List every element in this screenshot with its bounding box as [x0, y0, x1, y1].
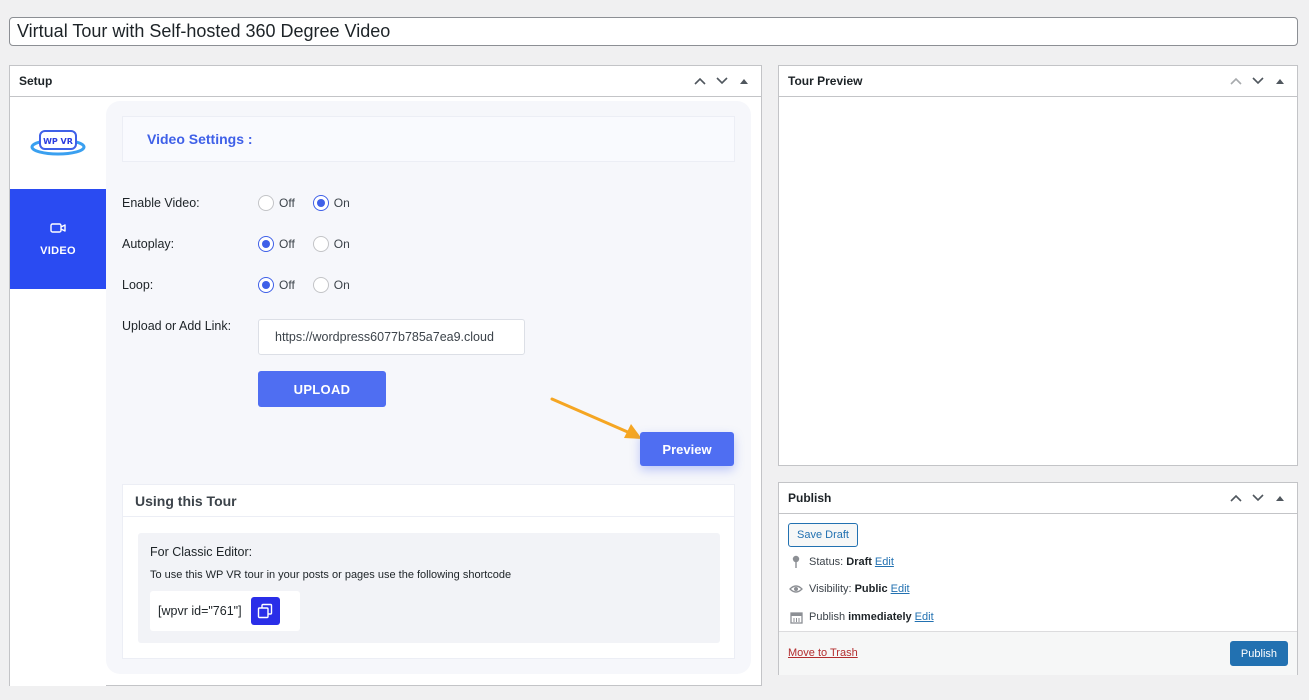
- shortcode-box: [wpvr id="761"]: [150, 591, 300, 631]
- collapse-toggle-button[interactable]: [1271, 72, 1289, 90]
- copy-shortcode-button[interactable]: [250, 597, 280, 625]
- setup-header: Setup: [10, 66, 761, 97]
- setup-sidebar: WP VR VIDEO: [10, 97, 106, 686]
- autoplay-radios: Off On: [258, 236, 368, 252]
- loop-radios: Off On: [258, 277, 368, 293]
- move-up-button[interactable]: [1227, 489, 1245, 507]
- move-down-button[interactable]: [1249, 72, 1267, 90]
- autoplay-label: Autoplay:: [122, 237, 175, 251]
- post-title-input[interactable]: [9, 17, 1298, 46]
- autoplay-on-radio[interactable]: [312, 236, 329, 252]
- publish-title: Publish: [788, 491, 832, 505]
- enable-video-off-label: Off: [279, 196, 295, 210]
- calendar-icon: [789, 610, 803, 624]
- publish-time-row: Publish immediately Edit: [789, 610, 934, 624]
- move-down-button[interactable]: [713, 72, 731, 90]
- tour-preview-header: Tour Preview: [779, 66, 1297, 97]
- loop-on-radio[interactable]: [312, 277, 329, 293]
- using-this-tour-box: Using this Tour For Classic Editor: To u…: [122, 484, 735, 659]
- copy-icon: [257, 603, 273, 619]
- publish-time-edit-link[interactable]: Edit: [915, 611, 934, 623]
- visibility-edit-link[interactable]: Edit: [891, 583, 910, 595]
- classic-editor-box: For Classic Editor: To use this WP VR to…: [138, 533, 720, 643]
- publish-metabox: Publish Save Draft Status: Draft Edit Vi…: [778, 482, 1298, 675]
- svg-text:WP VR: WP VR: [43, 137, 73, 146]
- video-camera-icon: [50, 221, 66, 239]
- upload-button[interactable]: UPLOAD: [258, 371, 386, 407]
- status-row: Status: Draft Edit: [789, 555, 894, 569]
- upload-link-label: Upload or Add Link:: [122, 319, 232, 333]
- enable-video-label: Enable Video:: [122, 196, 200, 210]
- publish-actions: Move to Trash Publish: [779, 631, 1297, 675]
- classic-editor-description: To use this WP VR tour in your posts or …: [150, 569, 512, 581]
- move-down-button[interactable]: [1249, 489, 1267, 507]
- tour-preview-title: Tour Preview: [788, 74, 863, 88]
- status-label: Status:: [809, 556, 844, 568]
- tour-preview-metabox: Tour Preview: [778, 65, 1298, 466]
- setup-metabox: Setup WP VR VIDEO Video Settings : Enabl…: [9, 65, 762, 686]
- publish-header: Publish: [779, 483, 1297, 514]
- move-to-trash-link[interactable]: Move to Trash: [788, 647, 858, 659]
- visibility-row: Visibility: Public Edit: [789, 582, 910, 596]
- status-value: Draft: [846, 556, 872, 568]
- autoplay-on-label: On: [333, 237, 350, 251]
- tab-video-label: VIDEO: [40, 245, 76, 257]
- shortcode-text: [wpvr id="761"]: [158, 604, 242, 618]
- enable-video-off-radio[interactable]: [258, 195, 274, 211]
- orange-arrow-icon: [550, 397, 642, 439]
- enable-video-on-radio[interactable]: [312, 195, 329, 211]
- move-up-button[interactable]: [1227, 72, 1245, 90]
- enable-video-radios: Off On: [258, 195, 368, 211]
- publish-button[interactable]: Publish: [1229, 641, 1288, 666]
- loop-off-radio[interactable]: [258, 277, 274, 293]
- preview-button[interactable]: Preview: [640, 432, 734, 466]
- tab-video[interactable]: VIDEO: [10, 189, 106, 289]
- autoplay-off-radio[interactable]: [258, 236, 274, 252]
- visibility-value: Public: [854, 583, 888, 595]
- loop-off-label: Off: [279, 278, 295, 292]
- video-settings-title: Video Settings :: [122, 116, 735, 162]
- collapse-toggle-button[interactable]: [1271, 489, 1289, 507]
- video-link-input[interactable]: [258, 319, 525, 355]
- classic-editor-title: For Classic Editor:: [150, 545, 253, 559]
- save-draft-button[interactable]: Save Draft: [788, 523, 858, 547]
- publish-time-value: immediately: [848, 611, 912, 623]
- setup-title: Setup: [19, 74, 53, 88]
- pin-icon: [789, 555, 803, 569]
- collapse-toggle-button[interactable]: [735, 72, 753, 90]
- eye-icon: [789, 582, 803, 596]
- video-settings-panel: Video Settings : Enable Video: Off On Au…: [106, 101, 751, 674]
- status-edit-link[interactable]: Edit: [875, 556, 894, 568]
- move-up-button[interactable]: [691, 72, 709, 90]
- loop-label: Loop:: [122, 278, 154, 292]
- autoplay-off-label: Off: [279, 237, 295, 251]
- publish-time-label: Publish: [809, 611, 846, 623]
- wpvr-logo: WP VR: [30, 127, 86, 164]
- visibility-label: Visibility:: [809, 583, 852, 595]
- enable-video-on-label: On: [333, 196, 350, 210]
- loop-on-label: On: [333, 278, 350, 292]
- using-this-tour-title: Using this Tour: [123, 485, 734, 517]
